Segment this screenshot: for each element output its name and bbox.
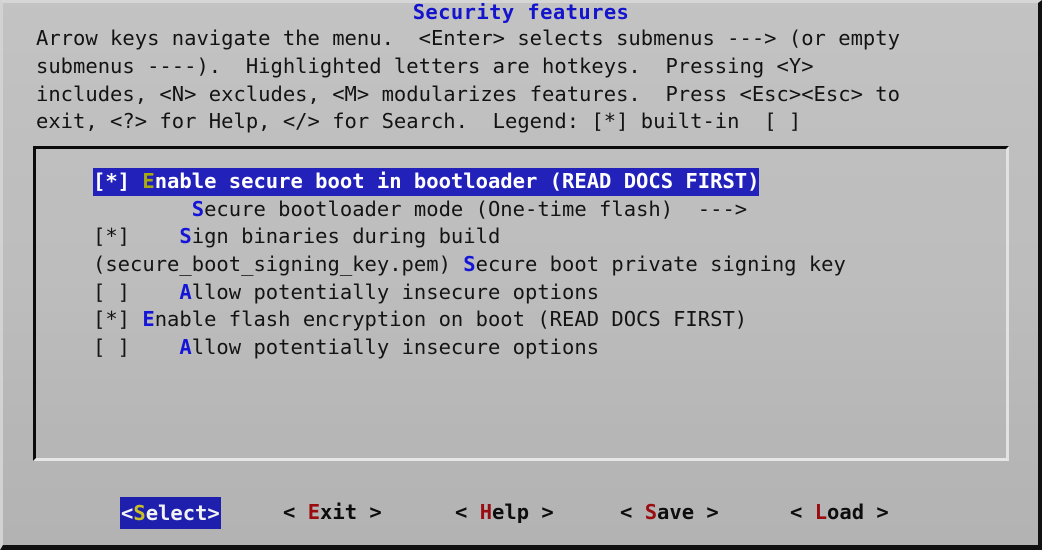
menu-item-hotkey: A bbox=[179, 279, 192, 304]
button-label: ave bbox=[657, 500, 695, 524]
button-hotkey: S bbox=[644, 500, 658, 524]
menu-item-label: llow potentially insecure options bbox=[191, 279, 600, 304]
button-left-bracket: < bbox=[620, 500, 645, 524]
help-text-block: Arrow keys navigate the menu. <Enter> se… bbox=[36, 25, 1036, 136]
button-hotkey: S bbox=[133, 501, 146, 525]
button-left-bracket: < bbox=[121, 501, 134, 525]
help-line-4: exit, <?> for Help, </> for Search. Lege… bbox=[36, 109, 802, 134]
menu-item-hotkey: A bbox=[179, 335, 192, 360]
menu-item-prefix: [*] bbox=[93, 224, 180, 249]
page-title: Security features bbox=[412, 0, 630, 24]
menu-item-list: [*] Enable secure boot in bootloader (RE… bbox=[36, 149, 1012, 362]
menu-item-label: ign binaries during build bbox=[191, 224, 501, 249]
button-hotkey: L bbox=[814, 500, 828, 524]
menu-item-hotkey: S bbox=[463, 252, 476, 277]
load-button[interactable]: < Load > bbox=[790, 497, 889, 527]
menu-item[interactable]: [*] Enable flash encryption on boot (REA… bbox=[36, 306, 1012, 334]
menu-item[interactable]: [*] Enable secure boot in bootloader (RE… bbox=[93, 168, 760, 196]
button-right-bracket: > bbox=[529, 500, 554, 524]
button-right-bracket: > bbox=[694, 500, 719, 524]
menu-item[interactable]: [ ] Allow potentially insecure options bbox=[36, 334, 1012, 362]
menu-item-hotkey: S bbox=[191, 196, 205, 221]
menu-item-hotkey: E bbox=[142, 307, 155, 332]
button-right-bracket: > bbox=[207, 501, 220, 525]
menu-item-prefix: [ ] bbox=[93, 335, 180, 360]
save-button[interactable]: < Save > bbox=[620, 497, 719, 527]
button-label: oad bbox=[827, 500, 865, 524]
menu-item-prefix: (secure_boot_signing_key.pem) bbox=[93, 252, 464, 277]
menu-frame: [*] Enable secure boot in bootloader (RE… bbox=[33, 146, 1009, 461]
help-line-2: submenus ----). Highlighted letters are … bbox=[36, 53, 814, 78]
menu-item-prefix bbox=[93, 197, 192, 221]
button-hotkey: H bbox=[479, 500, 493, 524]
button-right-bracket: > bbox=[357, 500, 382, 524]
button-left-bracket: < bbox=[455, 500, 480, 524]
menu-item-prefix: [*] bbox=[93, 169, 143, 193]
button-bar: <Select> < Exit > < Help > < Save > < Lo… bbox=[0, 497, 1042, 531]
select-button[interactable]: <Select> bbox=[120, 497, 221, 529]
button-label: xit bbox=[320, 500, 358, 524]
menu-item-prefix: [*] bbox=[93, 307, 143, 332]
help-line-1: Arrow keys navigate the menu. <Enter> se… bbox=[36, 26, 900, 50]
button-hotkey: E bbox=[307, 500, 321, 524]
help-button[interactable]: < Help > bbox=[455, 497, 554, 527]
menuconfig-window: Security features Arrow keys navigate th… bbox=[0, 0, 1042, 550]
button-left-bracket: < bbox=[790, 500, 815, 524]
window-title-bar: Security features bbox=[0, 0, 1042, 25]
menu-item-hotkey: E bbox=[142, 169, 155, 193]
menu-item-label: llow potentially insecure options bbox=[191, 335, 600, 360]
button-label: elp bbox=[492, 500, 530, 524]
menu-item-hotkey: S bbox=[179, 224, 192, 249]
exit-button[interactable]: < Exit > bbox=[283, 497, 382, 527]
menu-item-label: nable secure boot in bootloader (READ DO… bbox=[154, 169, 760, 193]
button-right-bracket: > bbox=[864, 500, 889, 524]
menu-item[interactable]: (secure_boot_signing_key.pem) Secure boo… bbox=[36, 251, 1012, 279]
menu-item[interactable]: [ ] Allow potentially insecure options bbox=[36, 279, 1012, 307]
menu-item[interactable]: [*] Sign binaries during build bbox=[36, 223, 1012, 251]
menu-item-label: ecure boot private signing key bbox=[475, 252, 846, 277]
menu-item-label: nable flash encryption on boot (READ DOC… bbox=[154, 307, 748, 332]
button-left-bracket: < bbox=[283, 500, 308, 524]
button-label: elect bbox=[145, 501, 208, 525]
menu-item-prefix: [ ] bbox=[93, 279, 180, 304]
menu-item[interactable]: Secure bootloader mode (One-time flash) … bbox=[36, 196, 1012, 224]
menu-item-label: ecure bootloader mode (One-time flash) -… bbox=[204, 196, 748, 221]
help-line-3: includes, <N> excludes, <M> modularizes … bbox=[36, 81, 900, 106]
